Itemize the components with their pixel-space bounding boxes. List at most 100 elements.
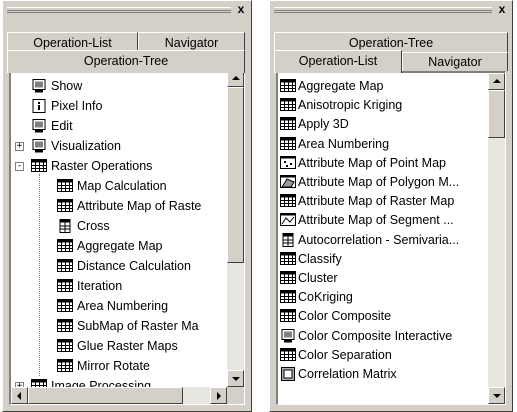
scroll-down-button[interactable] bbox=[488, 387, 505, 404]
panel-titlebar[interactable]: x bbox=[3, 2, 251, 20]
scroll-down-button[interactable] bbox=[227, 370, 244, 387]
list-item-label: Color Composite bbox=[298, 309, 392, 324]
tree-item-label: Attribute Map of Raste bbox=[77, 199, 202, 213]
tree-item-label: SubMap of Raster Ma bbox=[77, 319, 199, 333]
close-icon[interactable]: x bbox=[234, 3, 248, 16]
table-icon bbox=[57, 219, 73, 233]
raster-map-icon bbox=[31, 159, 47, 173]
tree-item-label: Iteration bbox=[77, 279, 123, 293]
tree-item-label: Pixel Info bbox=[51, 99, 103, 113]
scroll-thumb[interactable] bbox=[488, 90, 505, 138]
tree-item-label: Aggregate Map bbox=[77, 239, 163, 253]
monitor-icon bbox=[31, 139, 47, 153]
raster-map-icon bbox=[280, 347, 296, 362]
table-icon bbox=[280, 232, 296, 247]
tab-navigator[interactable]: Navigator bbox=[402, 52, 508, 71]
expand-icon[interactable]: + bbox=[15, 142, 24, 151]
hscroll-thumb[interactable] bbox=[28, 387, 183, 404]
arrow-down-icon bbox=[493, 394, 501, 398]
raster-map-icon bbox=[280, 251, 296, 266]
horizontal-scrollbar[interactable] bbox=[11, 387, 227, 404]
scrollbar-corner bbox=[227, 387, 244, 404]
panel-titlebar[interactable]: x bbox=[270, 2, 512, 20]
tree-item-label: Mirror Rotate bbox=[77, 359, 150, 373]
tree-list: Show Pixel Info Edit Visualization + Raster O… bbox=[11, 70, 226, 387]
scroll-left-button[interactable] bbox=[11, 387, 28, 404]
tree-connector-line bbox=[39, 174, 40, 376]
raster-map-icon bbox=[57, 279, 73, 293]
raster-map-icon bbox=[280, 309, 296, 323]
arrow-up-icon bbox=[232, 76, 240, 80]
raster-map-icon bbox=[57, 299, 73, 313]
drag-grip[interactable] bbox=[7, 7, 231, 13]
tree-item-label: Map Calculation bbox=[77, 179, 167, 193]
raster-map-icon bbox=[280, 194, 296, 208]
raster-map-icon bbox=[57, 259, 73, 273]
list-item-label: Attribute Map of Point Map bbox=[298, 155, 446, 170]
operation-tree-panel: x Operation-List Navigator Operation-Tre… bbox=[2, 0, 252, 412]
scroll-thumb[interactable] bbox=[227, 87, 244, 263]
tree-item-label: Visualization bbox=[51, 139, 121, 153]
raster-map-icon bbox=[280, 79, 296, 93]
raster-map-icon bbox=[57, 199, 73, 213]
segment-map-icon bbox=[280, 213, 296, 227]
tree-item-label: Glue Raster Maps bbox=[77, 339, 178, 353]
tab-operation-tree[interactable]: Operation-Tree bbox=[7, 50, 245, 73]
tree-item-label: Raster Operations bbox=[51, 159, 153, 173]
tree-item-label: Distance Calculation bbox=[77, 259, 191, 273]
list-item-label: Cluster bbox=[298, 271, 338, 285]
list-item-label: Correlation Matrix bbox=[298, 367, 397, 381]
raster-map-icon bbox=[280, 290, 296, 304]
monitor-icon bbox=[31, 119, 47, 133]
scroll-up-button[interactable] bbox=[488, 73, 505, 90]
list-item-label: Autocorrelation - Semivaria... bbox=[298, 232, 460, 247]
list-item-label: Classify bbox=[298, 251, 342, 266]
collapse-icon[interactable]: - bbox=[15, 162, 24, 171]
vertical-scrollbar[interactable] bbox=[488, 73, 505, 404]
list-item-label: Aggregate Map bbox=[298, 79, 384, 93]
matrix-icon bbox=[280, 367, 296, 381]
list-item-label: Area Numbering bbox=[298, 136, 390, 151]
arrow-down-icon bbox=[232, 377, 240, 381]
list-item-label: Attribute Map of Raster Map bbox=[298, 194, 455, 209]
arrow-left-icon bbox=[17, 392, 21, 400]
raster-map-icon bbox=[31, 379, 47, 387]
monitor-icon bbox=[31, 79, 47, 93]
raster-map-icon bbox=[57, 319, 73, 333]
tab-operation-list[interactable]: Operation-List bbox=[274, 50, 402, 73]
close-icon[interactable]: x bbox=[495, 3, 509, 16]
tree-item-label: Edit bbox=[51, 119, 73, 133]
drag-grip[interactable] bbox=[274, 7, 492, 13]
polygon-map-icon bbox=[280, 175, 296, 189]
raster-map-icon bbox=[57, 179, 73, 193]
operation-tree-view[interactable]: Show Pixel Info Edit Visualization + Raster O… bbox=[9, 68, 245, 405]
vertical-scrollbar[interactable] bbox=[227, 70, 244, 387]
point-map-icon bbox=[280, 155, 296, 170]
operation-list-panel: x Operation-Tree Operation-List Navigato… bbox=[269, 0, 513, 412]
monitor-icon bbox=[280, 328, 296, 343]
tree-item-label: Cross bbox=[77, 219, 110, 233]
raster-map-icon bbox=[280, 98, 296, 112]
arrow-right-icon bbox=[217, 392, 221, 400]
scroll-right-button[interactable] bbox=[210, 387, 227, 404]
tree-item-label: Show bbox=[51, 79, 83, 93]
tree-item-label: Image Processing bbox=[51, 379, 152, 387]
raster-map-icon bbox=[280, 136, 296, 151]
operation-list: Aggregate Map Anisotropic Kriging Apply 3D… bbox=[278, 73, 487, 404]
raster-map-icon bbox=[280, 117, 296, 131]
operation-list-view[interactable]: Aggregate Map Anisotropic Kriging Apply 3D… bbox=[276, 71, 506, 405]
list-item-label: Apply 3D bbox=[298, 117, 349, 132]
list-item-label: CoKriging bbox=[298, 290, 353, 305]
list-item-label: Anisotropic Kriging bbox=[298, 98, 403, 113]
raster-map-icon bbox=[280, 271, 296, 285]
raster-map-icon bbox=[57, 239, 73, 253]
raster-map-icon bbox=[57, 339, 73, 353]
list-item-label: Color Separation bbox=[298, 347, 392, 362]
info-icon bbox=[31, 99, 47, 113]
tree-item-label: Area Numbering bbox=[77, 299, 169, 313]
raster-map-icon bbox=[57, 359, 73, 373]
list-item-label: Attribute Map of Polygon M... bbox=[298, 175, 460, 189]
list-item-label: Color Composite Interactive bbox=[298, 328, 453, 343]
list-item-label: Attribute Map of Segment ... bbox=[298, 213, 454, 228]
arrow-up-icon bbox=[493, 79, 501, 83]
